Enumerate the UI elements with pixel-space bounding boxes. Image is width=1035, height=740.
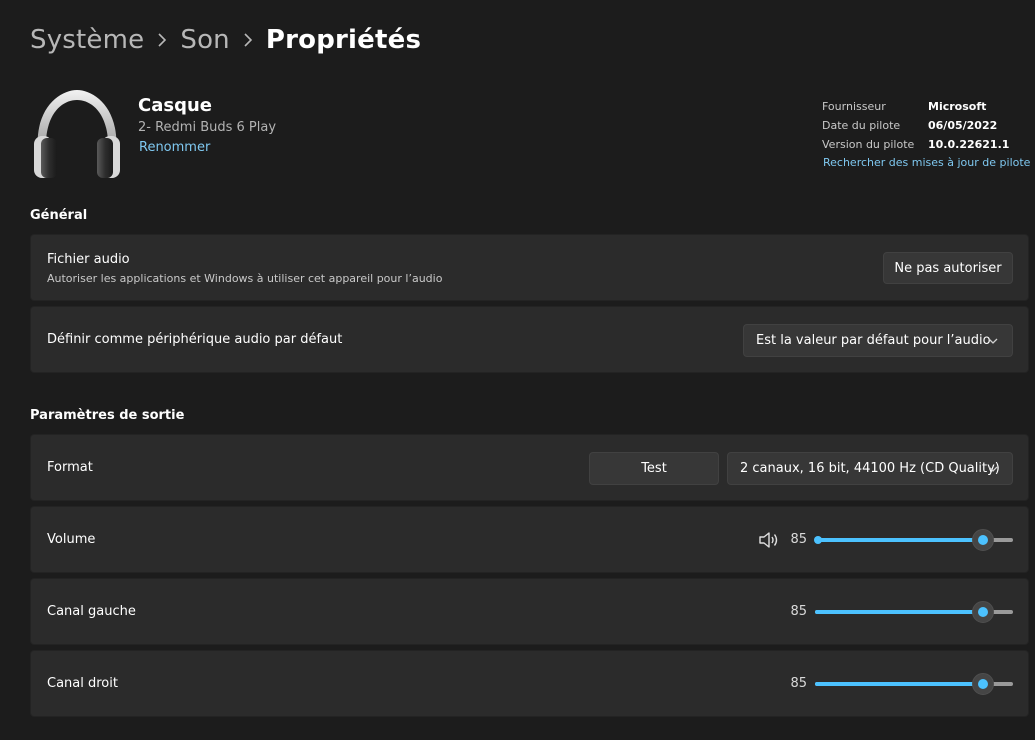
volume-label: Volume	[47, 532, 96, 547]
default-device-selected: Est la valeur par défaut pour l’audio	[756, 333, 991, 348]
device-subtitle: 2- Redmi Buds 6 Play	[138, 120, 277, 135]
format-label: Format	[47, 460, 93, 475]
headphones-icon	[34, 90, 120, 178]
device-name: Casque	[138, 95, 212, 116]
left-channel-label: Canal gauche	[47, 604, 136, 619]
chevron-down-icon	[988, 338, 998, 344]
chevron-down-icon	[988, 466, 998, 472]
driver-update-link[interactable]: Rechercher des mises à jour de pilote	[823, 156, 1030, 169]
section-title-general: Général	[30, 208, 88, 223]
driver-date-value: 06/05/2022	[928, 119, 998, 132]
disallow-button[interactable]: Ne pas autoriser	[883, 252, 1013, 284]
right-channel-slider-fill	[815, 682, 984, 686]
breadcrumb: Système Son Propriétés	[30, 22, 421, 58]
default-device-dropdown[interactable]: Est la valeur par défaut pour l’audio	[743, 324, 1013, 357]
volume-card: Volume 85	[30, 506, 1029, 573]
left-channel-slider[interactable]	[815, 601, 1013, 623]
left-channel-value: 85	[790, 604, 807, 619]
driver-info: Fournisseur Microsoft Date du pilote 06/…	[822, 97, 1009, 154]
driver-version-value: 10.0.22621.1	[928, 138, 1010, 151]
driver-date-row: Date du pilote 06/05/2022	[822, 116, 1009, 135]
right-channel-slider[interactable]	[815, 673, 1013, 695]
volume-value: 85	[790, 532, 807, 547]
page-title: Propriétés	[265, 25, 422, 55]
right-channel-label: Canal droit	[47, 676, 118, 691]
driver-provider-value: Microsoft	[928, 100, 987, 113]
driver-provider-label: Fournisseur	[822, 100, 886, 113]
volume-slider-fill	[815, 538, 984, 542]
left-channel-slider-fill	[815, 610, 984, 614]
driver-provider-row: Fournisseur Microsoft	[822, 97, 1009, 116]
chevron-right-icon	[230, 33, 266, 47]
audio-file-label: Fichier audio	[47, 252, 130, 267]
format-card: Format Test 2 canaux, 16 bit, 44100 Hz (…	[30, 434, 1029, 501]
default-device-label: Définir comme périphérique audio par déf…	[47, 332, 343, 347]
left-channel-card: Canal gauche 85	[30, 578, 1029, 645]
volume-slider-start	[814, 536, 822, 544]
section-title-output: Paramètres de sortie	[30, 408, 185, 423]
driver-version-row: Version du pilote 10.0.22621.1	[822, 135, 1009, 154]
right-channel-card: Canal droit 85	[30, 650, 1029, 717]
default-device-card: Définir comme périphérique audio par déf…	[30, 306, 1029, 373]
speaker-icon[interactable]	[758, 531, 780, 549]
rename-link[interactable]: Renommer	[139, 140, 210, 155]
right-channel-value: 85	[790, 676, 807, 691]
test-button[interactable]: Test	[589, 452, 719, 485]
breadcrumb-sound[interactable]: Son	[180, 25, 230, 55]
chevron-right-icon	[144, 33, 180, 47]
driver-date-label: Date du pilote	[822, 119, 901, 132]
breadcrumb-system[interactable]: Système	[30, 25, 144, 55]
format-selected: 2 canaux, 16 bit, 44100 Hz (CD Quality)	[740, 461, 1000, 476]
right-channel-slider-thumb[interactable]	[972, 673, 995, 695]
volume-slider[interactable]	[814, 529, 1013, 551]
sound-properties-page: Système Son Propriétés Casque 2- Redmi B…	[0, 0, 1035, 740]
volume-slider-thumb[interactable]	[972, 529, 995, 551]
audio-file-card: Fichier audio Autoriser les applications…	[30, 234, 1029, 301]
audio-file-description: Autoriser les applications et Windows à …	[47, 272, 443, 285]
driver-version-label: Version du pilote	[822, 138, 915, 151]
format-dropdown[interactable]: 2 canaux, 16 bit, 44100 Hz (CD Quality)	[727, 452, 1013, 485]
left-channel-slider-thumb[interactable]	[972, 601, 995, 623]
